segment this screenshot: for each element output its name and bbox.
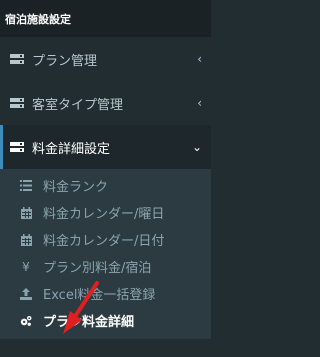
submenu-rate-detail: 料金ランク 料金カレンダー/曜日 料金カレンダー/日付 ¥ プラン別料金/宿泊 … bbox=[0, 169, 211, 339]
submenu-item-label: Excel料金一括登録 bbox=[43, 288, 156, 303]
submenu-item-label: 料金カレンダー/日付 bbox=[43, 234, 165, 249]
menu-item-plan-management[interactable]: プラン管理 ‹ bbox=[0, 37, 211, 81]
submenu-item-label: プラン料金詳細 bbox=[43, 315, 135, 330]
section-header: 宿泊施設設定 bbox=[0, 0, 211, 37]
submenu-item-excel-bulk-register[interactable]: Excel料金一括登録 bbox=[0, 280, 211, 307]
upload-icon bbox=[20, 287, 32, 300]
submenu-item-rate-calendar-date[interactable]: 料金カレンダー/日付 bbox=[0, 226, 211, 253]
section-title: 宿泊施設設定 bbox=[5, 12, 71, 26]
chevron-left-icon: ‹ bbox=[197, 96, 202, 110]
sidebar-footer bbox=[0, 345, 211, 357]
chevron-down-icon: ⌄ bbox=[191, 140, 202, 154]
menu-item-label: 料金詳細設定 bbox=[32, 141, 111, 157]
menu-item-room-type-management[interactable]: 客室タイプ管理 ‹ bbox=[0, 81, 211, 125]
submenu-item-plan-rate-stay[interactable]: ¥ プラン別料金/宿泊 bbox=[0, 253, 211, 280]
sidebar: 宿泊施設設定 プラン管理 ‹ 客室タイプ管理 ‹ 料金詳細設定 ⌄ 料金ランク bbox=[0, 0, 211, 339]
menu-item-label: 客室タイプ管理 bbox=[32, 97, 124, 113]
submenu-item-plan-rate-detail[interactable]: プラン料金詳細 bbox=[0, 307, 211, 334]
submenu-item-label: プラン別料金/宿泊 bbox=[43, 261, 152, 276]
server-icon bbox=[10, 53, 26, 65]
cogs-icon bbox=[20, 315, 32, 327]
calendar-icon bbox=[20, 206, 32, 219]
server-icon bbox=[10, 97, 26, 109]
submenu-item-rate-rank[interactable]: 料金ランク bbox=[0, 172, 211, 199]
yen-icon: ¥ bbox=[22, 259, 30, 274]
submenu-item-rate-calendar-weekday[interactable]: 料金カレンダー/曜日 bbox=[0, 199, 211, 226]
menu-item-label: プラン管理 bbox=[32, 53, 98, 69]
server-icon bbox=[10, 141, 26, 153]
submenu-item-label: 料金カレンダー/曜日 bbox=[43, 207, 165, 222]
list-icon bbox=[20, 180, 32, 191]
submenu-item-label: 料金ランク bbox=[43, 180, 109, 195]
chevron-left-icon: ‹ bbox=[197, 52, 202, 66]
calendar-icon bbox=[20, 233, 32, 246]
menu-item-rate-detail-settings[interactable]: 料金詳細設定 ⌄ bbox=[0, 125, 211, 169]
